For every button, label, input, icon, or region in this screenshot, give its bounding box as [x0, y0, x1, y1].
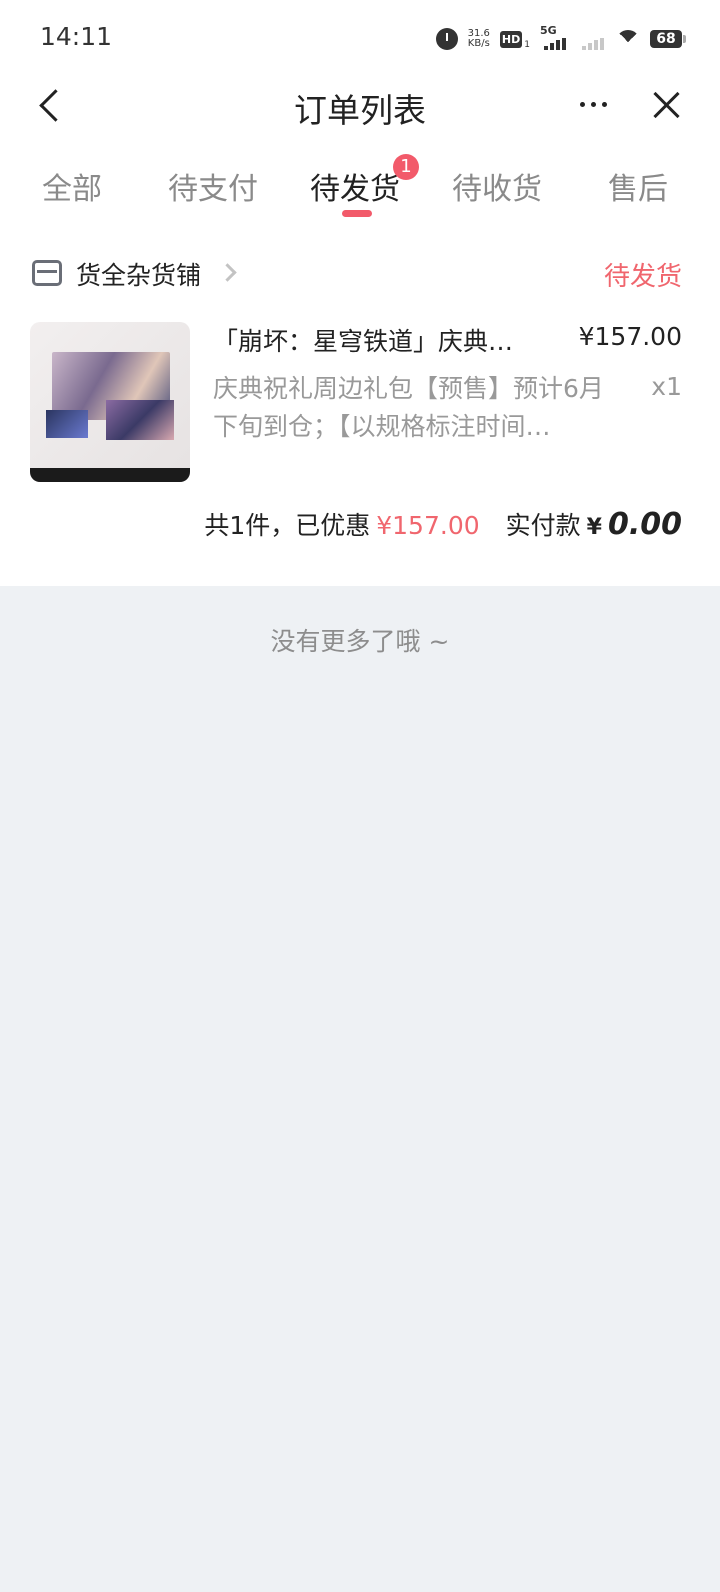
shop-name[interactable]: 货全杂货铺: [76, 256, 201, 292]
product-title: 「崩坏：星穹铁道」庆典…: [213, 327, 514, 356]
tab-after-sales[interactable]: 售后: [608, 164, 668, 208]
net-speed: 31.6 KB/s: [468, 29, 490, 49]
signal-secondary-icon: [578, 26, 606, 52]
summary-paid-label: 实付款: [505, 511, 581, 540]
order-list-page: 14:11 31.6 KB/s HD 1 5G 68 订单列表 全部 待支付 待…: [0, 0, 720, 1592]
no-more-text: 没有更多了哦 ~: [270, 627, 450, 656]
status-icons: 31.6 KB/s HD 1 5G 68: [435, 24, 686, 54]
tab-pending-receipt[interactable]: 待收货: [452, 164, 542, 208]
wifi-icon: [616, 30, 640, 48]
order-card[interactable]: 货全杂货铺 待发货 「崩坏：星穹铁道」庆典… ¥157.00 庆典祝礼周边礼包【…: [0, 226, 720, 586]
signal-bars-dim-icon: [582, 38, 604, 50]
net-speed-unit: KB/s: [467, 38, 490, 49]
summary-currency: ¥: [586, 515, 602, 540]
product-quantity: x1: [651, 372, 682, 401]
signal-5g-icon: 5G: [540, 24, 568, 52]
more-options-icon[interactable]: [580, 102, 607, 107]
alarm-icon: [435, 28, 458, 50]
summary-paid-amount: 0.00: [607, 507, 682, 542]
signal-bars-icon: [544, 38, 566, 50]
nav-bar: 订单列表: [0, 78, 720, 144]
product-description: 庆典祝礼周边礼包【预售】预计6月下旬到仓；【以规格标注时间…: [213, 374, 604, 441]
summary-discount: ¥157.00: [376, 511, 480, 540]
network-type-label: 5G: [540, 24, 557, 37]
close-icon[interactable]: [650, 88, 682, 120]
shop-icon: [32, 260, 62, 286]
product-thumbnail[interactable]: [30, 322, 190, 482]
hd-icon: HD: [499, 30, 523, 48]
page-title: 订单列表: [294, 91, 426, 130]
chevron-right-icon[interactable]: [218, 263, 237, 282]
summary-count: 共1件，已优惠: [204, 511, 371, 540]
hd-sub-label: 1: [524, 40, 530, 50]
tab-pending-shipment[interactable]: 待发货: [310, 164, 400, 208]
tab-pending-payment[interactable]: 待支付: [168, 164, 258, 208]
tab-all[interactable]: 全部: [42, 164, 102, 208]
order-summary: 共1件，已优惠 ¥157.00 实付款 ¥0.00: [204, 506, 682, 542]
status-bar: 14:11 31.6 KB/s HD 1 5G 68: [0, 0, 720, 78]
battery-icon: 68: [650, 30, 686, 48]
order-status: 待发货: [603, 262, 682, 292]
order-tabs: 全部 待支付 待发货 1 待收货 售后: [0, 144, 720, 227]
product-price: ¥157.00: [578, 322, 682, 351]
tab-badge: 1: [393, 154, 419, 180]
status-time: 14:11: [40, 22, 113, 51]
active-tab-indicator: [342, 210, 372, 217]
